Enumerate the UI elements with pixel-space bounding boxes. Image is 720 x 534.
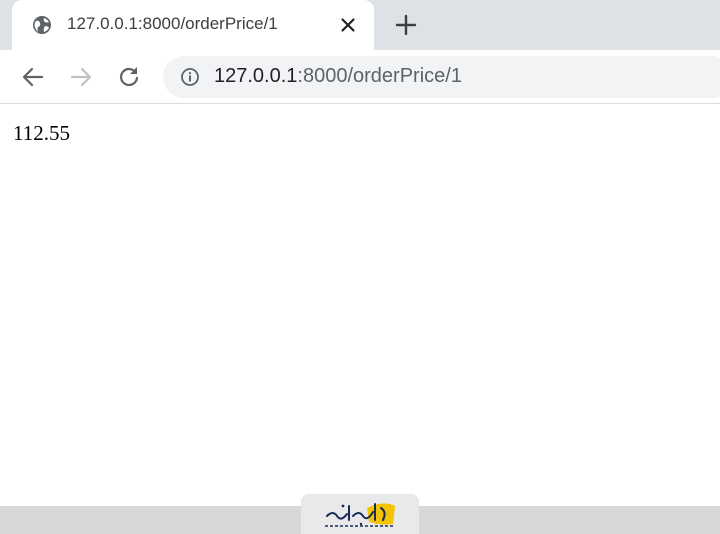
new-tab-icon[interactable] bbox=[394, 13, 418, 37]
reload-icon[interactable] bbox=[116, 64, 142, 90]
site-info-icon[interactable] bbox=[180, 67, 200, 87]
tab-title: 127.0.0.1:8000/orderPrice/1 bbox=[67, 14, 278, 33]
browser-toolbar: 127.0.0.1:8000/orderPrice/1 bbox=[0, 50, 720, 104]
url-text[interactable]: 127.0.0.1:8000/orderPrice/1 bbox=[214, 65, 462, 88]
back-arrow-icon[interactable] bbox=[20, 64, 46, 90]
order-price-text: 112.55 bbox=[13, 121, 70, 145]
page-content: 112.55 bbox=[0, 105, 720, 505]
forward-arrow-icon[interactable] bbox=[68, 64, 94, 90]
close-tab-icon[interactable] bbox=[338, 15, 358, 35]
address-bar[interactable]: 127.0.0.1:8000/orderPrice/1 bbox=[163, 56, 720, 98]
watermark-tab bbox=[301, 494, 419, 534]
tab-strip: 127.0.0.1:8000/orderPrice/1 bbox=[0, 0, 720, 50]
active-tab[interactable]: 127.0.0.1:8000/orderPrice/1 bbox=[12, 0, 374, 50]
url-path: :8000/orderPrice/1 bbox=[297, 65, 462, 87]
globe-icon bbox=[32, 15, 52, 35]
url-host: 127.0.0.1 bbox=[214, 65, 298, 87]
logo-watermark bbox=[323, 498, 397, 530]
